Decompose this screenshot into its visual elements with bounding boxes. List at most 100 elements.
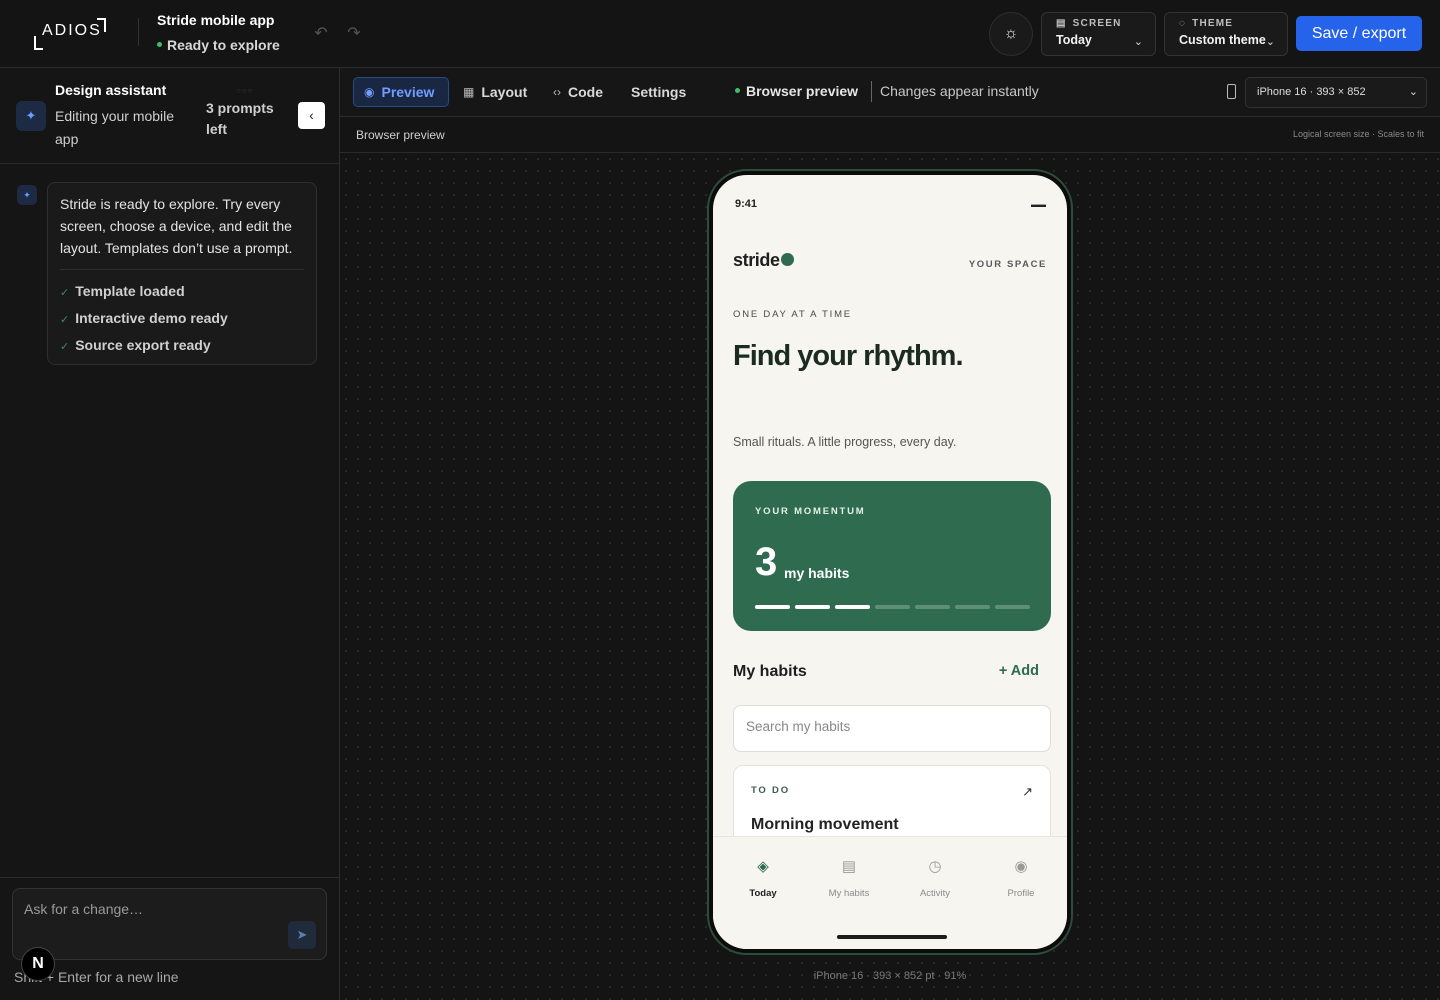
screen-dropdown-value: Today xyxy=(1056,33,1092,47)
phone-tab-bar: ◈ Today ▤ My habits ◷ Activity ◉ Profile xyxy=(713,836,1067,949)
phone-screen: 9:41 ▬▬ stride YOUR SPACE ONE DAY AT A T… xyxy=(713,175,1067,949)
status-dot xyxy=(157,41,162,47)
habit-search xyxy=(733,705,1051,752)
prompts-left: 3 prompts left xyxy=(206,100,274,137)
check-label: Template loaded xyxy=(75,283,185,299)
check-icon: ✓ xyxy=(60,287,70,299)
collapse-panel-button[interactable]: ‹ xyxy=(298,102,325,129)
theme-dropdown-label: ◌ THEME xyxy=(1179,18,1273,29)
palette-icon: ◌ xyxy=(1179,18,1187,29)
your-space-link[interactable]: YOUR SPACE xyxy=(969,259,1047,270)
n-badge[interactable]: N xyxy=(21,947,55,981)
top-bar: ADIOS Stride mobile app Ready to explore… xyxy=(0,0,1440,68)
prompt-input[interactable] xyxy=(24,899,284,919)
progress-segment xyxy=(915,605,950,609)
progress-segment xyxy=(835,605,870,609)
save-export-button[interactable]: Save / export xyxy=(1296,16,1422,51)
theme-label-text: THEME xyxy=(1192,18,1234,29)
message-text: Stride is ready to explore. Try every sc… xyxy=(60,196,293,256)
progress-segment xyxy=(755,605,790,609)
chevron-down-icon: ⌄ xyxy=(1265,36,1275,48)
tab-preview[interactable]: ◉ Preview xyxy=(353,77,449,107)
momentum-progress xyxy=(755,605,1030,609)
check-item: ✓ Template loaded xyxy=(60,278,304,305)
device-select[interactable]: iPhone 16 · 393 × 852 ⌄ xyxy=(1245,77,1427,108)
assistant-title: Design assistant xyxy=(55,82,167,98)
eye-icon: ◉ xyxy=(364,85,375,99)
assistant-message: Stride is ready to explore. Try every sc… xyxy=(47,182,317,365)
theme-toggle-button[interactable]: ☼ xyxy=(989,12,1033,56)
assistant-avatar-icon: ✦ xyxy=(17,185,37,205)
subbar-note: Logical screen size · Scales to fit xyxy=(1292,129,1424,139)
theme-dropdown-value: Custom theme xyxy=(1179,33,1266,47)
preview-subbar: Browser preview Logical screen size · Sc… xyxy=(340,117,1440,153)
screen-dropdown-label: ▤ SCREEN xyxy=(1056,18,1141,29)
habit-search-input[interactable] xyxy=(746,719,1036,734)
nav-label: Activity xyxy=(919,888,951,899)
nav-activity[interactable]: ◷ Activity xyxy=(905,855,965,899)
tab-label: Settings xyxy=(631,84,687,100)
code-icon: ‹› xyxy=(553,85,561,99)
brand-logo: stride xyxy=(733,250,794,271)
status-time: 9:41 xyxy=(735,198,758,210)
nav-label: My habits xyxy=(828,888,870,899)
add-habit-button[interactable]: + Add xyxy=(999,663,1039,679)
brand-name: stride xyxy=(733,250,780,270)
logo-corner-right xyxy=(97,18,106,32)
headline: Find your rhythm. xyxy=(733,340,964,372)
check-icon: ✓ xyxy=(60,341,70,353)
adios-logo[interactable]: ADIOS xyxy=(34,18,106,50)
tab-label: Preview xyxy=(381,84,435,100)
chevron-down-icon: ⌄ xyxy=(1133,36,1143,48)
logo-text: ADIOS xyxy=(42,22,102,39)
brand-dot xyxy=(780,252,794,266)
check-item: ✓ Source export ready xyxy=(60,332,304,359)
nav-my-habits[interactable]: ▤ My habits xyxy=(819,855,879,899)
nav-label: Profile xyxy=(1007,888,1035,899)
progress-segment xyxy=(875,605,910,609)
check-icon: ✓ xyxy=(60,314,70,326)
project-status-text: Ready to explore xyxy=(167,37,280,53)
screen-dropdown[interactable]: ▤ SCREEN Today ⌄ xyxy=(1041,12,1156,56)
project-status: Ready to explore xyxy=(157,37,280,53)
check-label: Interactive demo ready xyxy=(75,310,228,326)
check-item: ✓ Interactive demo ready xyxy=(60,305,304,332)
section-title: My habits xyxy=(733,663,807,680)
theme-dropdown[interactable]: ◌ THEME Custom theme ⌄ xyxy=(1164,12,1288,56)
eyebrow: ONE DAY AT A TIME xyxy=(733,309,852,320)
layout-icon: ▦ xyxy=(463,85,475,99)
divider xyxy=(60,269,304,270)
nav-profile[interactable]: ◉ Profile xyxy=(991,855,1051,899)
progress-segment xyxy=(955,605,990,609)
browser-preview-label: Browser preview xyxy=(735,83,858,99)
progress-segment xyxy=(795,605,830,609)
device-select-value: iPhone 16 · 393 × 852 xyxy=(1257,86,1366,98)
nav-label: Today xyxy=(749,888,777,899)
preview-canvas: 9:41 ▬▬ stride YOUR SPACE ONE DAY AT A T… xyxy=(340,153,1440,1000)
subbar-title: Browser preview xyxy=(356,128,445,142)
profile-icon: ◉ xyxy=(1014,858,1028,875)
phone-frame: 9:41 ▬▬ stride YOUR SPACE ONE DAY AT A T… xyxy=(707,169,1073,955)
assistant-header: ✦ Design assistant Editing your mobile a… xyxy=(0,68,339,164)
habit-card-name: Morning movement xyxy=(751,816,899,833)
redo-icon[interactable]: ↷ xyxy=(344,24,364,44)
nav-today[interactable]: ◈ Today xyxy=(733,855,793,899)
list-icon: ▤ xyxy=(841,858,857,875)
home-indicator xyxy=(837,935,947,939)
undo-icon[interactable]: ↶ xyxy=(311,24,331,44)
tab-layout[interactable]: ▦ Layout xyxy=(453,77,537,107)
assistant-panel: ✦ Design assistant Editing your mobile a… xyxy=(0,68,340,1000)
tab-settings[interactable]: Settings xyxy=(621,77,696,107)
assistant-icon: ✦ xyxy=(16,101,46,131)
progress-segment xyxy=(995,605,1030,609)
send-button[interactable]: ➤ xyxy=(288,921,316,949)
sun-icon: ☼ xyxy=(1003,25,1019,42)
momentum-unit: my habits xyxy=(784,565,850,581)
divider xyxy=(138,18,139,46)
tab-code[interactable]: ‹› Code xyxy=(543,77,613,107)
preview-toolbar: ◉ Preview ▦ Layout ‹› Code Settings Browser… xyxy=(340,68,1440,117)
arrow-up-right-icon: ↗ xyxy=(1022,784,1033,799)
battery-icon: ▬▬ xyxy=(1031,200,1046,209)
clock-icon: ◷ xyxy=(928,858,942,875)
assistant-subtitle: Editing your mobile app xyxy=(55,108,175,147)
